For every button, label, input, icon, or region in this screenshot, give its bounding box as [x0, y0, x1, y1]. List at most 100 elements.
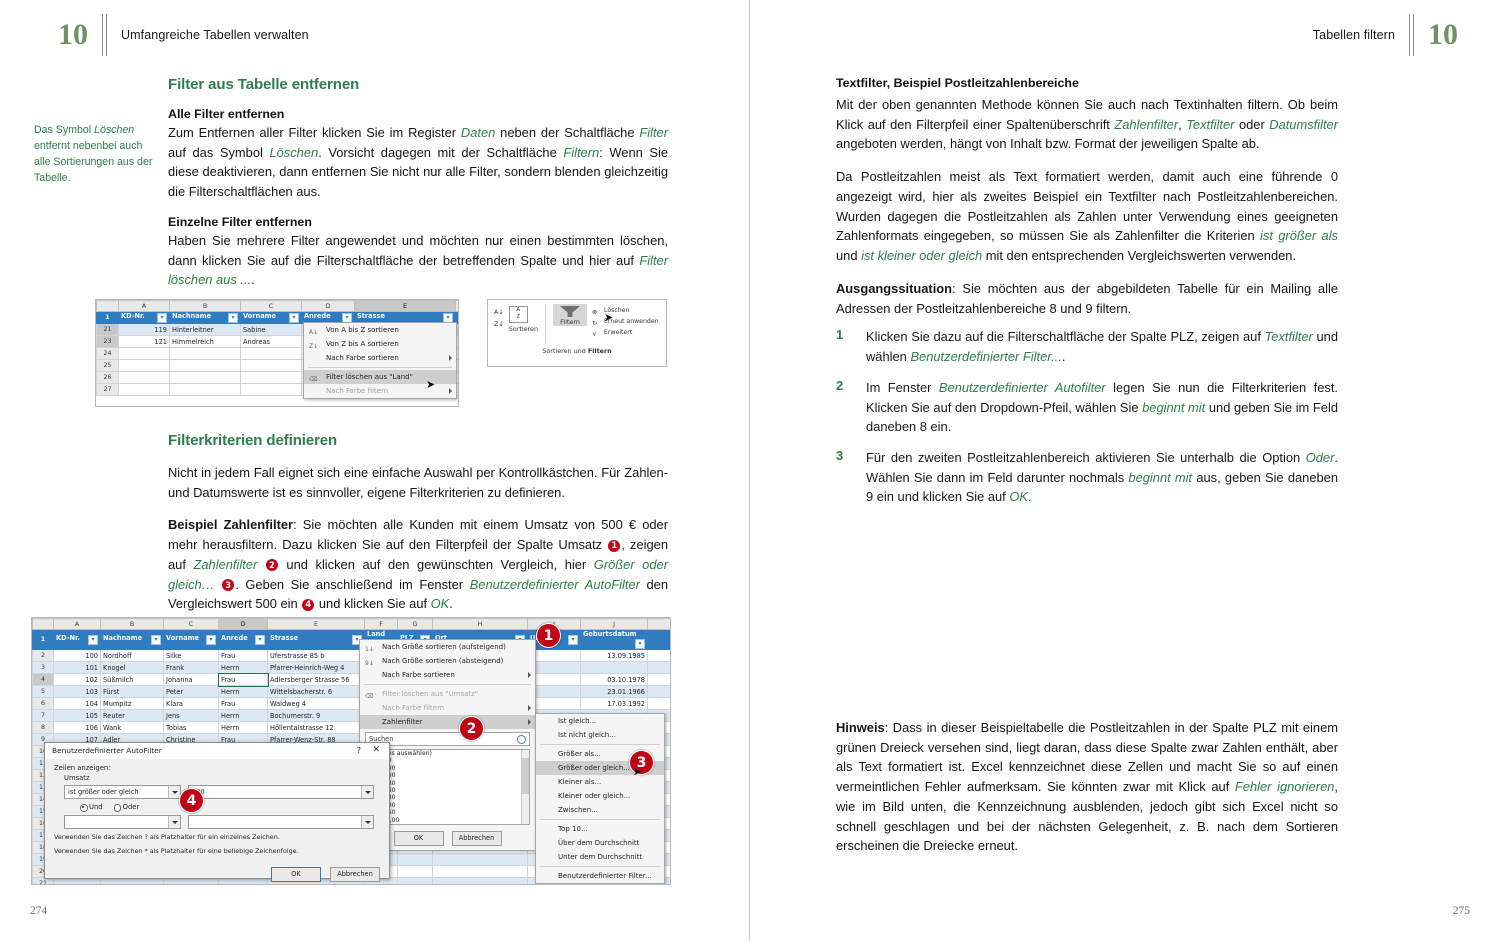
cell-empty[interactable] [647, 661, 670, 674]
cell-kdnr[interactable]: 106 [53, 721, 101, 734]
cancel-button[interactable]: Abbrechen [330, 867, 380, 883]
cell-vorname[interactable]: Klara [163, 697, 219, 710]
cell-strasse[interactable]: Uferstrasse 85 b [267, 649, 365, 662]
advanced-filter-button[interactable]: ⋎ Erweitert [592, 327, 659, 338]
col-D[interactable]: D [301, 300, 355, 312]
operator-select-1[interactable]: ist größer oder gleich [64, 785, 181, 799]
value-input-1[interactable]: 500 [188, 785, 374, 799]
row-header[interactable]: 8 [32, 721, 54, 734]
scrollbar[interactable] [521, 750, 529, 824]
row-header[interactable]: 7 [32, 709, 54, 722]
cell-anrede[interactable]: Herrn [218, 721, 268, 734]
cell-vorname[interactable]: Frank [163, 661, 219, 674]
cell-strasse[interactable]: Pfarrer-Heinrich-Weg 4 [267, 661, 365, 674]
col-J[interactable]: J [580, 618, 648, 630]
col-E[interactable]: E [267, 618, 365, 630]
row-header[interactable]: 24 [96, 347, 119, 360]
sort-big-button[interactable]: AZ Sortieren [508, 304, 538, 333]
submenu-item-ist-nicht-gleich[interactable]: Ist nicht gleich... [536, 728, 664, 742]
filter-button-nachname[interactable]: ▾ [228, 313, 238, 323]
submenu-item-kleiner-oder-gleich[interactable]: Kleiner oder gleich... [536, 789, 664, 803]
menu-item-sort-za[interactable]: Z↓ Von Z bis A sortieren [304, 337, 456, 351]
col-K[interactable]: K [647, 618, 670, 630]
cell[interactable] [169, 347, 241, 360]
cell-anrede[interactable]: Herrn [218, 685, 268, 698]
row-header[interactable]: 4 [32, 673, 54, 686]
cell-empty[interactable] [647, 673, 670, 686]
clear-filter-button[interactable]: ⊗ Löschen [592, 305, 659, 316]
cell-kdnr[interactable]: 105 [53, 709, 101, 722]
col-F[interactable]: F [364, 618, 398, 630]
chevron-down-icon[interactable] [168, 786, 180, 798]
cell-strasse[interactable]: Waldweg 4 [267, 697, 365, 710]
col-G[interactable]: G [397, 618, 433, 630]
cell[interactable] [432, 865, 528, 878]
filter-toggle-button[interactable]: Filtern [553, 304, 588, 326]
submenu-item-unter-durchschnitt[interactable]: Unter dem Durchschnitt [536, 850, 664, 864]
cell-kdnr[interactable]: 100 [53, 649, 101, 662]
sort-ascending-icon[interactable]: A↓ [494, 307, 504, 317]
checkbox-item[interactable]: 29,30 [366, 780, 529, 789]
col-A[interactable]: A [53, 618, 101, 630]
cell-geburtsdatum[interactable]: 17.03.1992 [580, 697, 648, 710]
cell[interactable] [240, 359, 302, 372]
submenu-item-zwischen[interactable]: Zwischen... [536, 803, 664, 817]
col-D[interactable]: D [218, 618, 268, 630]
sort-descending-icon[interactable]: Z↓ [494, 319, 504, 329]
cell-vorname[interactable]: Jens [163, 709, 219, 722]
operator-select-2[interactable] [64, 815, 181, 829]
filter-button-anrede[interactable]: ▾ [255, 635, 265, 645]
corner-select-all[interactable] [32, 618, 54, 630]
row-header[interactable]: 2 [32, 649, 54, 662]
col-B[interactable]: B [169, 300, 241, 312]
cell-geburtsdatum[interactable]: 13.09.1985 [580, 649, 648, 662]
cell[interactable] [432, 877, 528, 884]
cell-strasse[interactable]: Wittelsbacherstr. 6 [267, 685, 365, 698]
col-H[interactable]: H [432, 618, 528, 630]
reapply-filter-button[interactable]: ↻ Erneut anwenden [592, 316, 659, 327]
menu-item-sort-az[interactable]: A↓ Von A bis Z sortieren [304, 323, 456, 337]
cell-strasse[interactable]: Adlersberger Strasse 56 [267, 673, 365, 686]
cell-vorname[interactable]: Sabine [240, 323, 302, 336]
col-C[interactable]: C [240, 300, 302, 312]
cell[interactable] [397, 853, 433, 866]
cell-nachname[interactable]: Wank [100, 721, 164, 734]
cell[interactable] [118, 359, 170, 372]
row-header[interactable]: 1 [96, 311, 119, 324]
checkbox-item[interactable]: (Alles auswählen) [366, 750, 529, 759]
submenu-item-kleiner-als[interactable]: Kleiner als... [536, 775, 664, 789]
cell-anrede[interactable]: Frau [218, 649, 268, 662]
col-F[interactable]: F [455, 300, 458, 312]
cell-nachname[interactable]: Reuter [100, 709, 164, 722]
row-header[interactable]: 27 [96, 383, 119, 396]
col-E[interactable]: E [354, 300, 456, 312]
cell-geburtsdatum[interactable] [580, 661, 648, 674]
cancel-button[interactable]: Abbrechen [451, 831, 502, 846]
cell[interactable] [397, 865, 433, 878]
filter-button-kdnr[interactable]: ▾ [88, 635, 98, 645]
filter-button-umsatz[interactable]: ▾ [568, 635, 578, 645]
cell-nachname[interactable]: Nordhoff [100, 649, 164, 662]
cell[interactable] [240, 347, 302, 360]
col-C[interactable]: C [163, 618, 219, 630]
menu-item-sort-by-color[interactable]: Nach Farbe sortieren [360, 668, 535, 682]
chevron-down-icon[interactable] [168, 816, 180, 828]
cell-strasse[interactable]: Bochumerstr. 9 [267, 709, 365, 722]
row-header[interactable]: 21 [96, 323, 119, 336]
cell-kdnr[interactable]: 102 [53, 673, 101, 686]
filter-button-geburtsdatum[interactable]: ▾ [635, 639, 645, 649]
checkbox-item[interactable]: 23,00 [366, 772, 529, 781]
row-header[interactable]: 25 [96, 359, 119, 372]
submenu-item-ueber-durchschnitt[interactable]: Über dem Durchschnitt [536, 836, 664, 850]
menu-item-sort-size-asc[interactable]: 1↓ Nach Größe sortieren (aufsteigend) [360, 640, 535, 654]
checkbox-item[interactable]: 20,00 [366, 765, 529, 774]
row-header[interactable]: 26 [96, 371, 119, 384]
cell[interactable] [240, 371, 302, 384]
cell-anrede[interactable]: Frau [218, 697, 268, 710]
cell-anrede[interactable]: Herrn [218, 709, 268, 722]
cell-anrede[interactable]: Herrn [218, 661, 268, 674]
checkbox-item[interactable]: 123,00 [366, 817, 529, 824]
cell-anrede[interactable]: Frau [217, 672, 269, 687]
cell[interactable] [118, 347, 170, 360]
cell-kdnr[interactable]: 119 [118, 323, 170, 336]
